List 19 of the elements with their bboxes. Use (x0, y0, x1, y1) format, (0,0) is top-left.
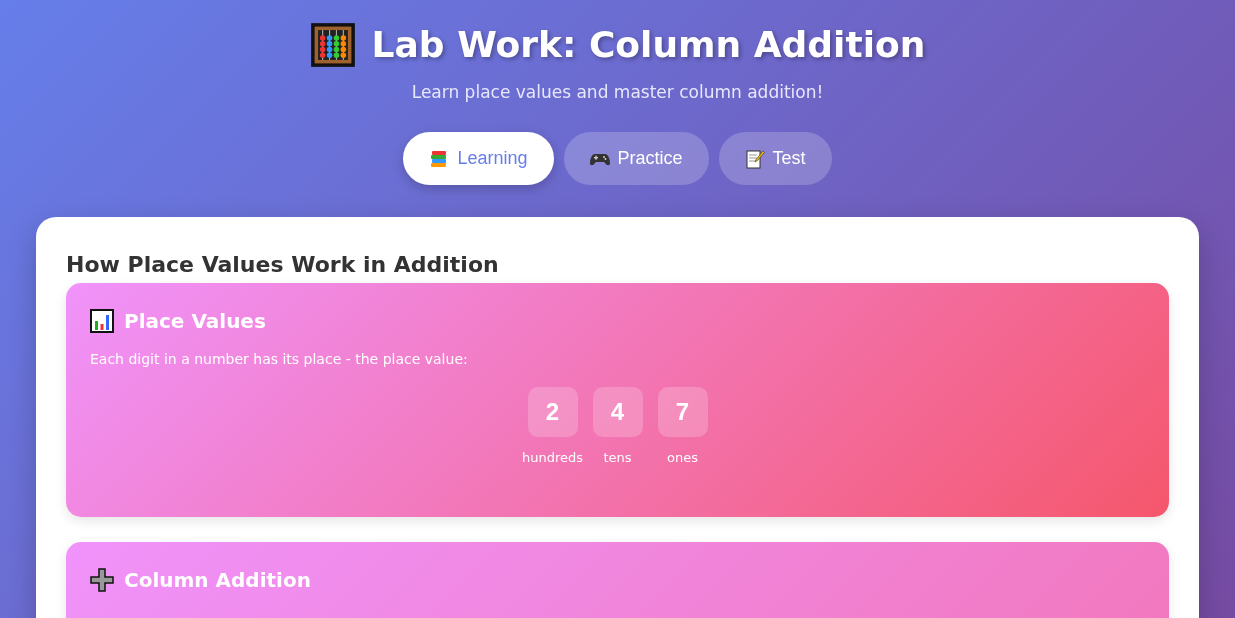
digit-tile: 7 (657, 387, 708, 437)
subtitle: Learn place values and master column addition! (411, 82, 824, 102)
digit-tile: 2 (527, 387, 578, 437)
tab[interactable]: Learning (403, 132, 554, 185)
abacus-icon (309, 22, 356, 68)
memo-icon (744, 148, 765, 169)
bar-chart-icon (90, 309, 114, 333)
place-label: tens (603, 450, 632, 465)
place-label: hundreds (521, 450, 584, 465)
panel-title: Place Values (124, 309, 266, 333)
panel-text: Each digit in a number has its place - the place value: (90, 351, 469, 367)
digit-tile: 4 (592, 387, 643, 437)
tab[interactable]: Test (718, 132, 832, 185)
panel-title: Column Addition (124, 568, 311, 592)
place-label: ones (667, 450, 698, 465)
tab[interactable]: Practice (563, 132, 709, 185)
section-heading: How Place Values Work in Addition (66, 251, 500, 279)
page-title: Lab Work: Column Addition (371, 23, 926, 67)
plus-icon (90, 568, 114, 592)
